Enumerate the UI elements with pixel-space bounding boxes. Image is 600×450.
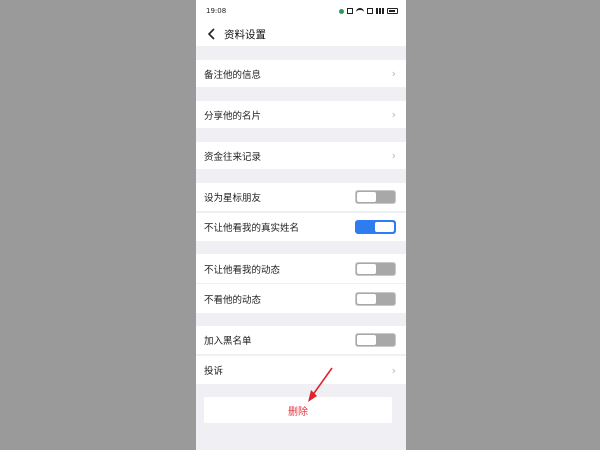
phone-screen: 19:08 资料设置 备注他的信息 › 分享他的名片 › 资金往来记录 › 设为… bbox=[196, 0, 406, 450]
annotation-arrow-icon bbox=[308, 367, 333, 402]
chevron-right-icon: › bbox=[391, 149, 396, 162]
row-note-info[interactable]: 备注他的信息 › bbox=[196, 60, 406, 87]
row-label: 备注他的信息 bbox=[204, 69, 262, 81]
notification-dot-icon bbox=[339, 8, 344, 14]
signal-icon bbox=[376, 8, 384, 14]
star-friend-toggle[interactable] bbox=[355, 190, 396, 204]
row-label: 设为星标朋友 bbox=[204, 193, 262, 204]
toggle-knob bbox=[357, 192, 376, 202]
nav-bar: 资料设置 bbox=[196, 22, 406, 46]
row-label: 加入黑名单 bbox=[204, 336, 252, 347]
chevron-right-icon: › bbox=[391, 67, 396, 80]
row-blacklist: 加入黑名单 bbox=[196, 326, 406, 354]
status-bar: 19:08 bbox=[196, 0, 406, 22]
row-share-card[interactable]: 分享他的名片 › bbox=[196, 101, 406, 128]
delete-button[interactable]: 删除 bbox=[204, 397, 392, 423]
toggle-knob bbox=[357, 335, 376, 345]
toggle-knob bbox=[357, 293, 376, 304]
row-fund-records[interactable]: 资金往来记录 › bbox=[196, 142, 406, 169]
battery-icon bbox=[387, 8, 398, 14]
row-hide-real-name: 不让他看我的真实姓名 bbox=[196, 213, 406, 241]
toggle-knob bbox=[375, 222, 394, 232]
page-title: 资料设置 bbox=[224, 28, 266, 41]
status-icons bbox=[339, 8, 398, 14]
chevron-right-icon: › bbox=[391, 108, 396, 121]
chevron-left-icon[interactable] bbox=[200, 22, 222, 46]
row-label: 分享他的名片 bbox=[204, 110, 262, 122]
row-hide-my-moments: 不让他看我的动态 bbox=[196, 254, 406, 283]
hd-icon bbox=[367, 8, 373, 14]
row-hide-his-moments: 不看他的动态 bbox=[196, 284, 406, 313]
blacklist-toggle[interactable] bbox=[355, 333, 396, 347]
status-time: 19:08 bbox=[206, 7, 227, 15]
row-label: 投诉 bbox=[204, 366, 224, 377]
hide-his-moments-toggle[interactable] bbox=[355, 291, 396, 306]
hide-my-moments-toggle[interactable] bbox=[355, 261, 396, 276]
row-star-friend: 设为星标朋友 bbox=[196, 183, 406, 211]
battery-saver-icon bbox=[347, 8, 353, 14]
hide-real-name-toggle[interactable] bbox=[355, 220, 396, 234]
row-label: 不让他看我的动态 bbox=[204, 264, 281, 276]
row-label: 不看他的动态 bbox=[204, 294, 262, 306]
wifi-icon bbox=[356, 8, 364, 14]
toggle-knob bbox=[357, 263, 376, 274]
row-label: 资金往来记录 bbox=[204, 151, 262, 163]
row-label: 不让他看我的真实姓名 bbox=[204, 223, 300, 234]
chevron-right-icon: › bbox=[391, 363, 396, 377]
